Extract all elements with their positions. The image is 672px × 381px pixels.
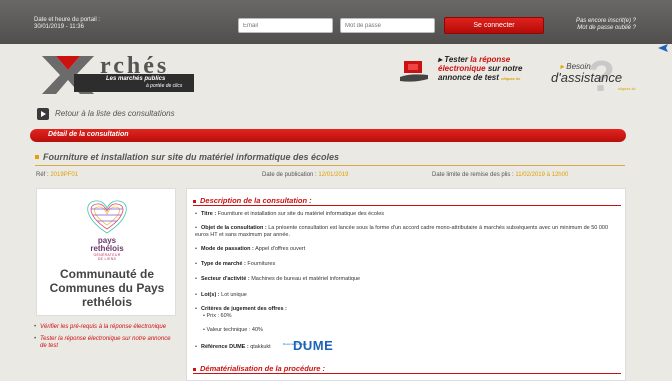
description-heading: Description de la consultation : <box>193 196 312 205</box>
objet-row: • Objet de la consultation : La présente … <box>195 225 609 238</box>
reference: Réf : 2019PF01 <box>36 172 79 178</box>
test-response-promo[interactable]: ▸ Tester la réponse électronique sur not… <box>398 55 533 95</box>
promo-line1a: Tester <box>444 55 468 64</box>
account-links: Pas encore inscrit(e) ? Mot de passe oub… <box>576 18 636 32</box>
check-prerequisites-link[interactable]: Vérifier les pré-requis à la réponse éle… <box>34 324 176 331</box>
laptop-icon <box>400 61 428 82</box>
detail-bar-title: Détail de la consultation <box>48 131 129 138</box>
password-input[interactable] <box>340 18 435 33</box>
deadline: Date limite de remise des plis : 11/02/2… <box>432 172 569 178</box>
arrow-left-icon <box>658 44 668 52</box>
buyer-logo-icon <box>87 200 127 234</box>
datetime-label: Date et heure du portail : <box>34 17 101 23</box>
description-divider <box>193 205 621 206</box>
dematerialisation-divider <box>193 373 621 374</box>
type-row: • Type de marché : Fournitures <box>195 261 276 267</box>
login-button[interactable]: Se connecter <box>444 17 544 34</box>
critere-valeur: • Valeur technique : 40% <box>203 327 263 333</box>
detail-bar: Détail de la consultation <box>30 129 626 142</box>
top-bar: Date et heure du portail : 30/01/2019 - … <box>0 0 672 44</box>
consultation-details-panel: Description de la consultation : • Titre … <box>186 188 626 381</box>
forgot-password-link[interactable]: Mot de passe oublié ? <box>576 25 636 32</box>
promo-line3: annonce de test <box>438 73 499 82</box>
criteres-row: • Critères de jugement des offres : <box>195 306 287 312</box>
portal-datetime: Date et heure du portail : 30/01/2019 - … <box>34 17 100 31</box>
critere-prix: • Prix : 60% <box>203 313 232 319</box>
dume-row: • Référence DUME : qtakkukt Document Uniq… <box>195 338 334 353</box>
side-links: Vérifier les pré-requis à la réponse éle… <box>34 324 176 355</box>
site-logo[interactable]: rchés Les marchés publics à portée de cl… <box>36 52 196 98</box>
assistance-link[interactable]: ? ▸ Besoin d'assistance cliquez ici <box>548 52 638 101</box>
deadline-value: 11/02/2019 à 12h00 <box>515 172 569 178</box>
buyer-logo-text: pays rethélois <box>90 236 124 253</box>
promo-click[interactable]: cliquez ici <box>501 76 520 81</box>
secteur-row: • Secteur d'activité : Machines de bureau… <box>195 276 361 282</box>
email-input[interactable] <box>238 18 333 33</box>
reference-value: 2019PF01 <box>50 172 79 178</box>
publication-date: Date de publication : 12/01/2019 <box>262 172 349 178</box>
play-arrow-icon <box>37 108 49 120</box>
logo-tagline: Les marchés publics <box>106 76 166 82</box>
buyer-name: Communauté de Communes du Pays rethélois <box>49 267 165 309</box>
back-label: Retour à la liste des consultations <box>55 109 175 118</box>
titre-row: • Titre : Fourniture et installation sur … <box>195 211 385 217</box>
logo-tagline-2: à portée de clics <box>146 83 183 89</box>
buyer-card: pays rethélois GÉNÉRATEUR DE LIENS Commu… <box>36 188 176 316</box>
mode-row: • Mode de passation : Appel d'offres ouve… <box>195 246 306 252</box>
bullet-icon <box>35 155 39 159</box>
lots-row: • Lot(s) : Lot unique <box>195 292 247 298</box>
datetime-value: 30/01/2019 - 11:36 <box>34 24 84 30</box>
register-link[interactable]: Pas encore inscrit(e) ? <box>576 18 636 25</box>
test-response-link[interactable]: Tester la réponse électronique sur notre… <box>34 336 176 350</box>
publication-date-value: 12/01/2019 <box>318 172 349 178</box>
dematerialisation-heading: Dématérialisation de la procédure : <box>193 364 325 373</box>
consultation-title: Fourniture et installation sur site du m… <box>35 152 625 166</box>
assist-title: d'assistance <box>551 70 623 85</box>
promo-line2b: sur notre <box>487 64 523 73</box>
promo-line1b: la réponse <box>470 55 511 64</box>
assist-click[interactable]: cliquez ici <box>618 86 635 91</box>
consultation-title-text: Fourniture et installation sur site du m… <box>43 152 340 162</box>
promo-line2: électronique <box>438 64 486 73</box>
buyer-logo-subtitle: GÉNÉRATEUR DE LIENS <box>93 253 121 261</box>
promo-text: ▸ Tester la réponse électronique sur not… <box>438 55 523 82</box>
